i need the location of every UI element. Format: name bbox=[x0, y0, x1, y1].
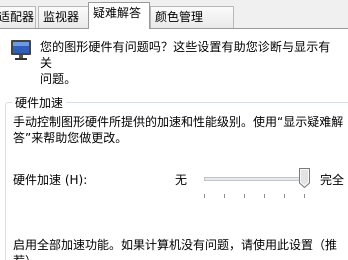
tab-monitor[interactable]: 监视器 bbox=[38, 6, 89, 28]
acceleration-description: 手动控制图形硬件所提供的加速和性能级别。使用“显示疑难解 答”来帮助您做更改。 bbox=[13, 115, 344, 145]
display-properties-window: 适配器 监视器 疑难解答 颜色管理 您的图形硬件有问题吗？这些设置有助您诊断与显… bbox=[0, 0, 348, 260]
hardware-acceleration-label: 硬件加速 (H): bbox=[13, 173, 88, 187]
slider-max-label: 完全 bbox=[320, 173, 345, 187]
tab-troubleshoot[interactable]: 疑难解答 bbox=[88, 2, 150, 29]
group-title: 硬件加速 bbox=[12, 95, 67, 111]
slider-tick bbox=[224, 194, 225, 198]
slider-min-label: 无 bbox=[175, 173, 188, 187]
recommendation-text: 启用全部加速功能。如果计算机没有问题，请使用此设置（推 荐）。 bbox=[13, 238, 338, 260]
troubleshoot-panel: 您的图形硬件有问题吗？这些设置有助您诊断与显示有关 问题。 硬件加速 手动控制图… bbox=[0, 28, 348, 260]
slider-tick bbox=[244, 194, 245, 198]
slider-tick bbox=[264, 194, 265, 198]
tab-bar: 适配器 监视器 疑难解答 颜色管理 bbox=[0, 0, 348, 29]
slider-tick bbox=[204, 194, 205, 198]
slider-tick bbox=[304, 194, 305, 198]
acceleration-slider-track[interactable] bbox=[204, 177, 304, 181]
tab-adapter[interactable]: 适配器 bbox=[0, 6, 36, 28]
intro-text: 您的图形硬件有问题吗？这些设置有助您诊断与显示有关 问题。 bbox=[40, 40, 331, 86]
tab-color-management[interactable]: 颜色管理 bbox=[150, 6, 234, 28]
monitor-icon bbox=[11, 40, 31, 60]
slider-tick bbox=[284, 194, 285, 198]
slider-thumb[interactable] bbox=[299, 168, 310, 188]
hardware-acceleration-group: 硬件加速 手动控制图形硬件所提供的加速和性能级别。使用“显示疑难解 答”来帮助您… bbox=[5, 95, 348, 260]
